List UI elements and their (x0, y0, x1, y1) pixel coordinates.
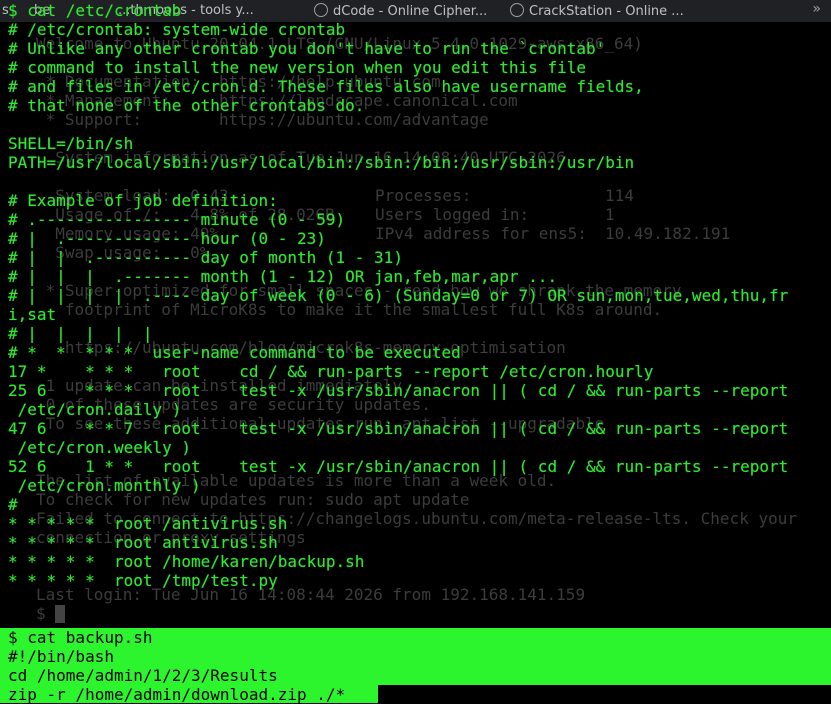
cron-entry: 25 6 * * * root test -x /usr/sbin/anacro… (8, 381, 789, 400)
terminal-line: # | .------------- hour (0 - 23) (8, 229, 326, 248)
terminal-line: #!/bin/bash (8, 647, 114, 666)
cron-entry: 17 * * * * root cd / && run-parts --repo… (8, 362, 654, 381)
terminal-line: # * * * * * user-name command to be exec… (8, 343, 461, 362)
terminal-line: zip -r /home/admin/download.zip ./* (8, 685, 346, 704)
terminal-line: # .---------------- minute (0 - 59) (8, 210, 346, 229)
terminal-line: SHELL=/bin/sh (8, 134, 134, 153)
terminal-line: cd /home/admin/1/2/3/Results (8, 666, 278, 685)
terminal-line: # | | .---------- day of month (1 - 31) (8, 248, 403, 267)
backup-script-panel: $ cat backup.sh #!/bin/bash cd /home/adm… (0, 628, 831, 704)
cron-entry: /etc/cron.daily ) (8, 400, 182, 419)
terminal-line: $ cat /etc/crontab (8, 1, 182, 20)
terminal-line: # Example of job definition: (8, 191, 278, 210)
terminal-line: # (8, 495, 18, 514)
cron-entry: * * * * * root /home/karen/backup.sh (8, 552, 365, 571)
terminal-line: # command to install the new version whe… (8, 58, 586, 77)
crontab-terminal: $ cat /etc/crontab # /etc/crontab: syste… (0, 0, 831, 628)
terminal-line: i,sat (8, 305, 57, 324)
terminal-line: PATH=/usr/local/sbin:/usr/local/bin:/sbi… (8, 153, 635, 172)
cron-entry: /etc/cron.weekly ) (8, 438, 192, 457)
cron-entry: * * * * * root /tmp/test.py (8, 571, 278, 590)
terminal-line: # Unlike any other crontab you don't hav… (8, 39, 606, 58)
terminal-line: # that none of the other crontabs do. (8, 96, 365, 115)
terminal-line: $ cat backup.sh (8, 628, 153, 647)
terminal-line: # | | | | .---- day of week (0 - 6) (Sun… (8, 286, 789, 305)
cron-entry: /etc/cron.monthly ) (8, 476, 201, 495)
cron-entry: 52 6 1 * * root test -x /usr/sbin/anacro… (8, 457, 789, 476)
terminal-line: # | | | | | (8, 324, 153, 343)
terminal-line: # | | | .------- month (1 - 12) OR jan,f… (8, 267, 558, 286)
cron-entry: 47 6 * * 7 root test -x /usr/sbin/anacro… (8, 419, 789, 438)
terminal-line: # /etc/crontab: system-wide crontab (8, 20, 346, 39)
terminal-line: # and files in /etc/cron.d. These files … (8, 77, 644, 96)
cron-entry: * * * * * root /antivirus.sh (8, 514, 288, 533)
cron-entry: * * * * * root antivirus.sh (8, 533, 278, 552)
